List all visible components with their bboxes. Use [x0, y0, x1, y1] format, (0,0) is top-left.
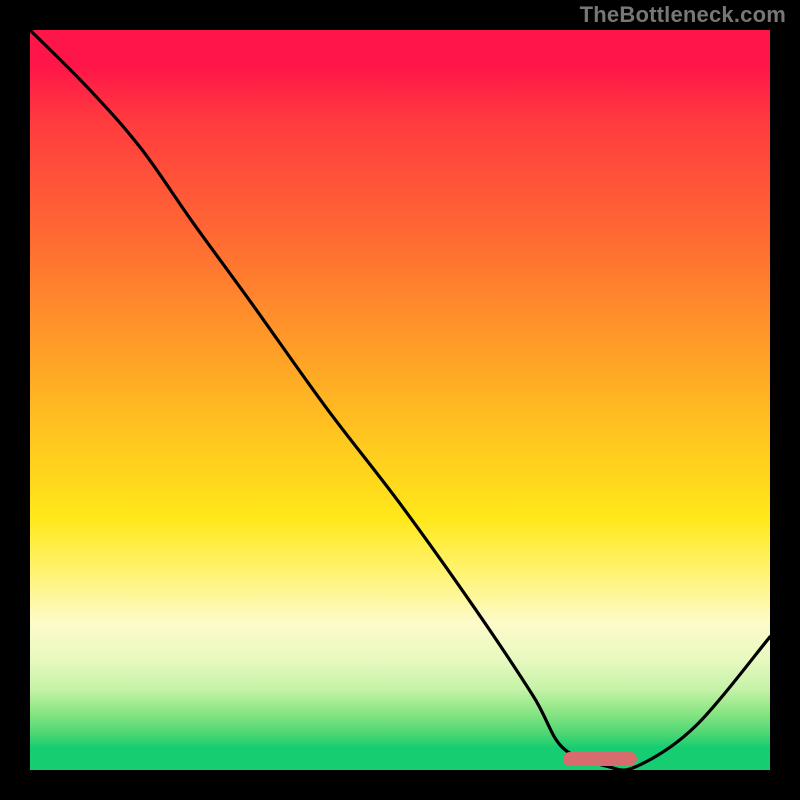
chart-frame: TheBottleneck.com — [0, 0, 800, 800]
watermark-text: TheBottleneck.com — [580, 2, 786, 28]
optimum-marker — [563, 752, 637, 766]
bottleneck-curve — [30, 30, 770, 770]
chart-svg — [30, 30, 770, 770]
plot-area — [30, 30, 770, 770]
